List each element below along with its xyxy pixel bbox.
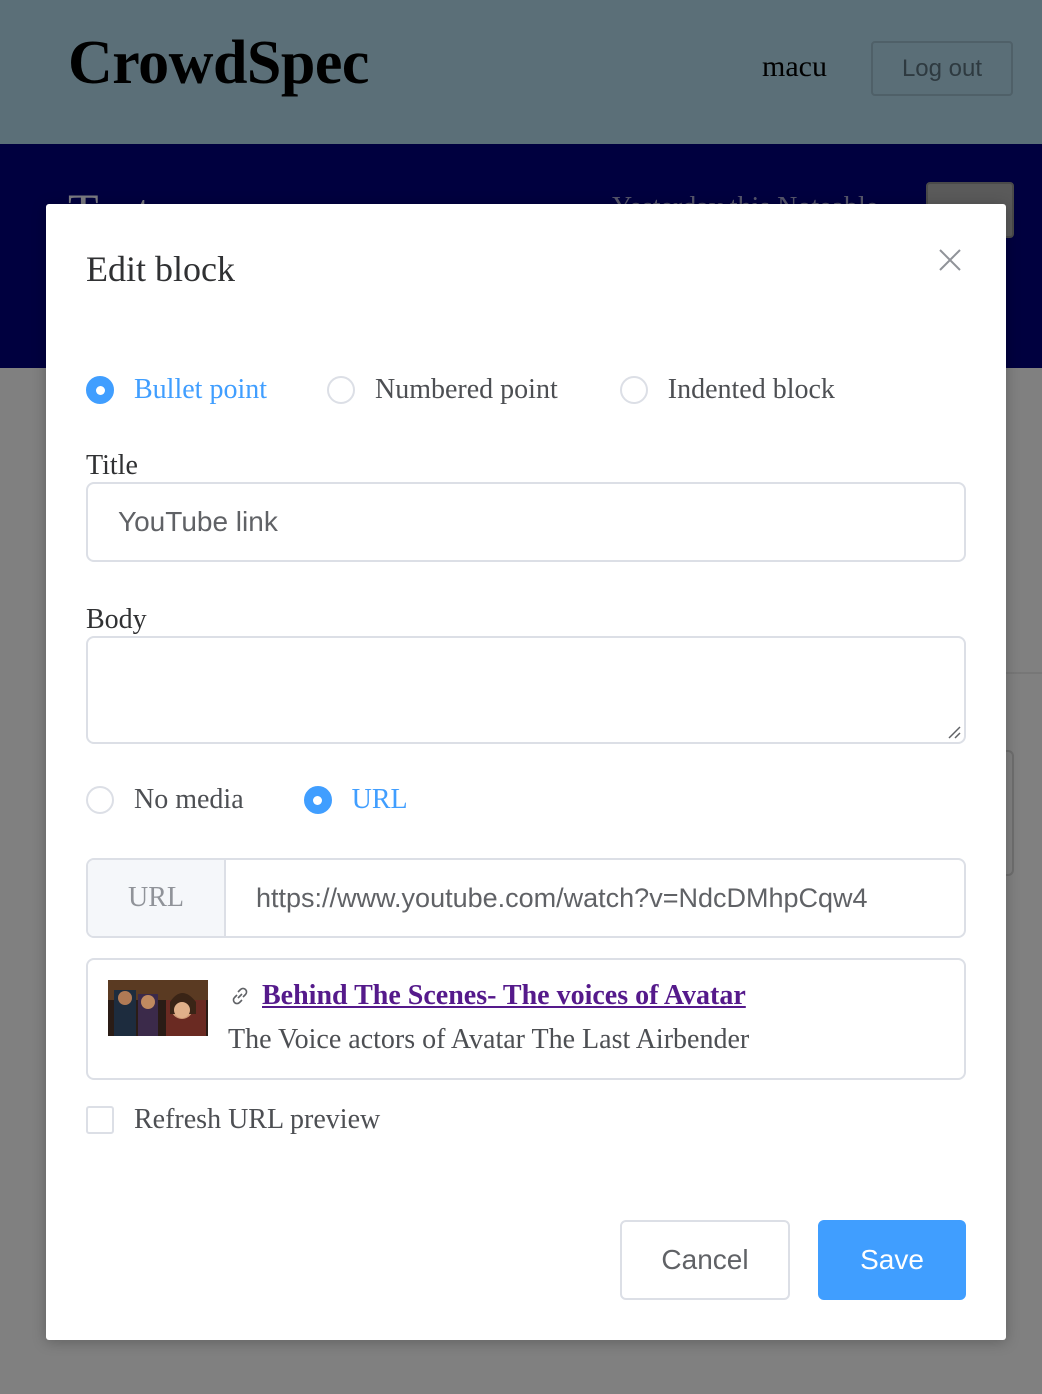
block-type-group: Bullet point Numbered point Indented blo… xyxy=(86,374,835,406)
save-button[interactable]: Save xyxy=(818,1220,966,1300)
body-label: Body xyxy=(86,604,147,635)
radio-circle[interactable] xyxy=(86,376,114,404)
dialog-title: Edit block xyxy=(86,249,235,289)
refresh-preview-checkbox[interactable]: Refresh URL preview xyxy=(86,1104,380,1136)
app-logo[interactable]: CrowdSpec xyxy=(68,28,369,99)
radio-indented-block[interactable]: Indented block xyxy=(619,374,835,406)
radio-label: Numbered point xyxy=(375,374,558,405)
url-input[interactable]: https://www.youtube.com/watch?v=NdcDMhpC… xyxy=(226,860,964,936)
radio-no-media[interactable]: No media xyxy=(86,784,244,816)
radio-numbered-point[interactable]: Numbered point xyxy=(327,374,558,406)
preview-thumbnail xyxy=(108,980,208,1036)
body-textarea[interactable] xyxy=(86,636,966,744)
preview-title-row: Behind The Scenes- The voices of Avatar xyxy=(228,980,746,1012)
url-preview-card: Behind The Scenes- The voices of Avatar … xyxy=(86,958,966,1080)
edit-block-dialog: Edit block Bullet point Numbered point I… xyxy=(46,204,1006,1340)
cancel-button[interactable]: Cancel xyxy=(620,1220,790,1300)
background-divider xyxy=(1006,672,1042,674)
radio-circle[interactable] xyxy=(303,786,332,814)
logout-button[interactable]: Log out xyxy=(871,41,1013,96)
radio-bullet-point[interactable]: Bullet point xyxy=(86,374,267,406)
url-input-group: URL https://www.youtube.com/watch?v=NdcD… xyxy=(86,858,966,938)
radio-circle[interactable] xyxy=(327,376,355,404)
radio-circle[interactable] xyxy=(86,786,114,814)
url-prepend-label: URL xyxy=(88,860,226,936)
username: macu xyxy=(762,50,827,83)
radio-label: URL xyxy=(351,784,408,815)
top-bar: CrowdSpec macu Log out xyxy=(0,0,1042,144)
radio-url[interactable]: URL xyxy=(303,784,408,816)
close-icon[interactable] xyxy=(934,244,966,276)
title-input[interactable]: YouTube link xyxy=(86,482,966,562)
radio-label: Indented block xyxy=(667,374,835,405)
link-icon xyxy=(232,987,248,1005)
resize-handle-icon[interactable] xyxy=(946,724,962,740)
title-label: Title xyxy=(86,450,138,481)
preview-description: The Voice actors of Avatar The Last Airb… xyxy=(228,1024,750,1055)
media-type-group: No media URL xyxy=(86,784,408,816)
checkbox-box[interactable] xyxy=(86,1106,114,1134)
radio-label: Bullet point xyxy=(134,374,267,405)
preview-title-link[interactable]: Behind The Scenes- The voices of Avatar xyxy=(262,980,746,1012)
radio-circle[interactable] xyxy=(619,376,648,404)
checkbox-label: Refresh URL preview xyxy=(134,1104,381,1135)
radio-label: No media xyxy=(134,784,244,815)
